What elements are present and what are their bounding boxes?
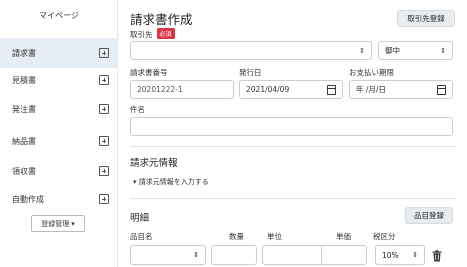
sidebar-item-label: 納品書 — [12, 136, 36, 146]
chevron-updown-icon: ⇕ — [440, 46, 446, 55]
item-register-button[interactable]: 品目登録 — [405, 207, 453, 224]
client-label: 取引先 必須 — [130, 28, 175, 40]
register-management-button[interactable]: 登録管理 ▾ — [31, 215, 85, 232]
due-date-label: お支払い期限 — [349, 68, 394, 77]
page-title: 請求書作成 — [130, 12, 193, 27]
sidebar-item-delivery-note[interactable]: 納品書 — [0, 126, 118, 156]
issue-date-input[interactable]: 2021/04/09 — [239, 80, 343, 99]
column-quantity: 数量 — [229, 232, 244, 241]
invoice-number-value: 20201222-1 — [137, 85, 183, 94]
tax-category-select[interactable]: 10% ⇕ — [375, 245, 425, 265]
due-date-input[interactable]: 年 /月/日 — [349, 80, 453, 99]
chevron-updown-icon: ⇕ — [193, 251, 199, 259]
column-unit: 単位 — [267, 232, 282, 241]
details-title: 明細 — [130, 213, 150, 224]
main-content: 請求書作成 取引先登録 取引先 必須 ⇕ 御中 ⇕ 請求書番号 発行日 お支払い期… — [118, 0, 467, 267]
sidebar: マイページ 請求書 見積書 発注書 納品書 領収書 自動作成 登録管理 ▾ — [0, 0, 118, 267]
sidebar-item-invoice[interactable]: 請求書 — [0, 38, 118, 68]
register-management-label: 登録管理 — [41, 219, 70, 228]
sidebar-item-purchase-order[interactable]: 発注書 — [0, 94, 118, 124]
honorific-select-value: 御中 — [385, 46, 400, 55]
column-item-name: 品目名 — [130, 232, 153, 241]
plus-square-icon[interactable] — [99, 104, 109, 114]
client-label-text: 取引先 — [130, 30, 153, 39]
unit-price-input[interactable] — [321, 245, 367, 265]
quantity-input[interactable] — [211, 245, 257, 265]
sidebar-item-receipt[interactable]: 領収書 — [0, 156, 118, 186]
column-unit-price: 単価 — [336, 232, 351, 241]
calendar-icon[interactable] — [327, 85, 336, 95]
sidebar-title: マイページ — [39, 11, 79, 20]
plus-square-icon[interactable] — [99, 48, 109, 58]
sidebar-item-auto-create[interactable]: 自動作成 — [0, 184, 118, 214]
issue-date-value: 2021/04/09 — [246, 85, 290, 94]
invoice-number-input[interactable]: 20201222-1 — [130, 80, 234, 99]
invoice-number-label: 請求書番号 — [130, 68, 168, 77]
section-divider — [130, 146, 457, 147]
section-divider — [130, 198, 457, 199]
calendar-icon[interactable] — [437, 85, 446, 95]
tax-category-value: 10% — [382, 250, 399, 260]
column-tax-category: 税区分 — [373, 232, 396, 241]
required-badge: 必須 — [156, 28, 175, 39]
plus-square-icon[interactable] — [99, 75, 109, 85]
sidebar-item-label: 発注書 — [12, 104, 36, 114]
due-date-value: 年 /月/日 — [356, 85, 386, 94]
billing-source-title: 請求元情報 — [130, 158, 178, 169]
plus-square-icon[interactable] — [99, 194, 109, 204]
honorific-select[interactable]: 御中 ⇕ — [378, 41, 453, 60]
client-select[interactable]: ⇕ — [130, 41, 372, 60]
chevron-down-icon: ▾ — [71, 219, 75, 228]
billing-source-toggle[interactable]: ▾ 請求元情報を入力する — [133, 177, 209, 187]
plus-square-icon[interactable] — [99, 136, 109, 146]
trash-icon[interactable] — [432, 250, 442, 262]
plus-square-icon[interactable] — [99, 166, 109, 176]
subject-input[interactable] — [130, 117, 453, 136]
sidebar-item-label: 領収書 — [12, 166, 36, 176]
sidebar-item-estimate[interactable]: 見積書 — [0, 65, 118, 95]
issue-date-label: 発行日 — [239, 68, 262, 77]
subject-label: 件名 — [130, 105, 145, 114]
sidebar-item-label: 自動作成 — [12, 194, 44, 204]
register-client-button[interactable]: 取引先登録 — [397, 10, 455, 27]
item-name-select[interactable]: ⇕ — [130, 245, 206, 265]
chevron-updown-icon: ⇕ — [359, 46, 365, 55]
chevron-updown-icon: ⇕ — [412, 251, 418, 259]
sidebar-item-label: 見積書 — [12, 75, 36, 85]
sidebar-item-label: 請求書 — [12, 48, 36, 58]
